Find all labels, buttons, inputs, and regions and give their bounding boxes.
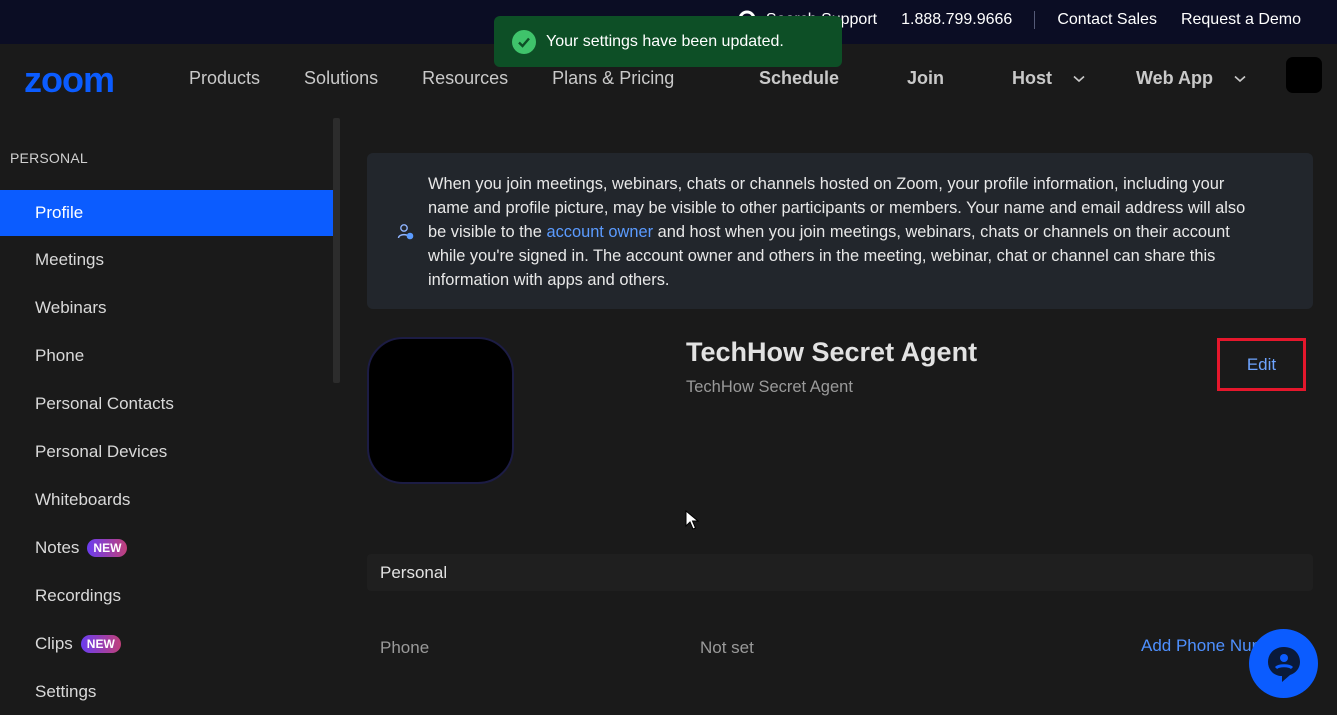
personal-section-header: Personal (367, 554, 1313, 591)
nav-join[interactable]: Join (873, 68, 978, 89)
phone-field-label: Phone (380, 638, 430, 657)
secondary-nav: Schedule Join Host Web App (725, 68, 1263, 89)
sidebar-item-personal-contacts[interactable]: Personal Contacts (0, 381, 333, 427)
add-phone-number-link[interactable]: Add Phone Number (1141, 636, 1261, 656)
sidebar-item-label: Recordings (35, 586, 121, 605)
nav-host-dropdown[interactable]: Host (978, 68, 1102, 89)
nav-schedule[interactable]: Schedule (725, 68, 873, 89)
sidebar-item-clips[interactable]: Clips NEW (0, 621, 333, 667)
divider (1034, 11, 1036, 29)
primary-nav: Products Solutions Resources Plans & Pri… (167, 68, 696, 89)
mouse-cursor-icon (685, 510, 699, 530)
sidebar-item-settings[interactable]: Settings (0, 669, 333, 715)
sidebar-item-whiteboards[interactable]: Whiteboards (0, 477, 333, 523)
sidebar-item-label: Personal Contacts (35, 394, 174, 413)
nav-solutions[interactable]: Solutions (282, 68, 400, 89)
toast-message: Your settings have been updated. (546, 32, 784, 50)
contact-sales-link[interactable]: Contact Sales (1045, 11, 1169, 29)
phone-field-value: Not set (700, 638, 754, 657)
request-demo-link[interactable]: Request a Demo (1169, 11, 1313, 29)
sidebar-item-label: Clips (35, 634, 73, 653)
privacy-notice: When you join meetings, webinars, chats … (367, 153, 1313, 309)
sidebar-item-recordings[interactable]: Recordings (0, 573, 333, 619)
sidebar-item-webinars[interactable]: Webinars (0, 285, 333, 331)
profile-name: TechHow Secret Agent (686, 337, 978, 367)
sidebar-item-label: Meetings (35, 250, 104, 269)
profile-display-name: TechHow Secret Agent (686, 378, 853, 396)
sidebar-scrollbar[interactable] (333, 118, 340, 383)
sidebar-item-notes[interactable]: Notes NEW (0, 525, 333, 571)
sidebar-item-label: Notes (35, 538, 80, 557)
sidebar-item-label: Settings (35, 682, 97, 701)
sidebar-item-label: Profile (35, 203, 84, 222)
phone-number-link[interactable]: 1.888.799.9666 (889, 11, 1024, 29)
sidebar-item-phone[interactable]: Phone (0, 333, 333, 379)
new-badge: NEW (80, 635, 121, 653)
nav-resources[interactable]: Resources (400, 68, 530, 89)
chevron-down-icon (1073, 75, 1085, 82)
account-owner-link[interactable]: account owner (546, 223, 653, 241)
zoom-logo[interactable]: zoom (24, 62, 115, 98)
edit-profile-button[interactable]: Edit (1217, 338, 1306, 391)
nav-host-label: Host (1012, 68, 1052, 88)
sidebar-heading: PERSONAL (10, 150, 88, 166)
nav-web-app-dropdown[interactable]: Web App (1102, 68, 1263, 89)
new-badge: NEW (87, 539, 128, 557)
chat-bot-icon (1267, 646, 1300, 682)
sidebar-item-label: Personal Devices (35, 442, 168, 461)
sidebar: PERSONAL Profile Meetings Webinars Phone… (0, 118, 333, 714)
sidebar-item-personal-devices[interactable]: Personal Devices (0, 429, 333, 475)
sidebar-item-label: Webinars (35, 298, 107, 317)
user-info-icon (397, 224, 414, 240)
user-avatar[interactable] (1286, 57, 1322, 93)
chat-support-button[interactable] (1249, 629, 1318, 698)
profile-picture[interactable] (367, 337, 514, 484)
nav-web-app-label: Web App (1136, 68, 1213, 88)
chevron-down-icon (1234, 75, 1246, 82)
sidebar-item-meetings[interactable]: Meetings (0, 237, 333, 283)
sidebar-item-label: Phone (35, 346, 85, 365)
sidebar-item-profile[interactable]: Profile (0, 190, 333, 236)
nav-plans-pricing[interactable]: Plans & Pricing (530, 68, 696, 89)
settings-updated-toast: Your settings have been updated. (494, 16, 842, 67)
privacy-notice-text: When you join meetings, webinars, chats … (428, 172, 1258, 292)
nav-schedule-label: Schedule (758, 68, 839, 88)
sidebar-item-label: Whiteboards (35, 490, 131, 509)
nav-join-label: Join (906, 68, 944, 88)
nav-products[interactable]: Products (167, 68, 282, 89)
check-circle-icon (512, 29, 536, 54)
